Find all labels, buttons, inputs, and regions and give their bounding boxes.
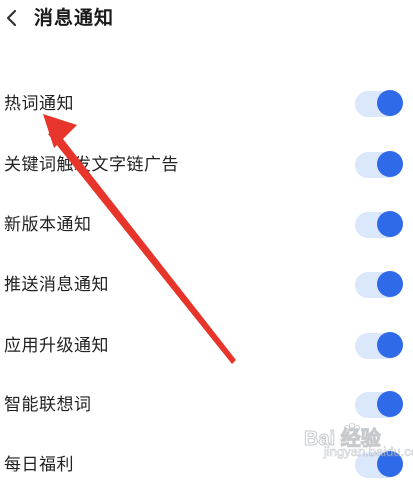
header-bar: 消息通知: [0, 0, 413, 38]
setting-row-push: 推送消息通知: [0, 255, 413, 315]
toggle-knob: [377, 151, 403, 177]
page-title: 消息通知: [34, 7, 115, 29]
watermark-logo: Bai 经验 jingyan.baidu.com: [294, 418, 413, 459]
toggle-knob: [377, 332, 403, 358]
toggle-knob: [377, 271, 403, 297]
app-upgrade-toggle[interactable]: [355, 332, 403, 360]
toggle-knob: [377, 90, 403, 116]
hot-words-toggle[interactable]: [355, 90, 403, 118]
push-toggle[interactable]: [355, 271, 403, 299]
watermark-subtext: jingyan.baidu.com: [324, 444, 413, 460]
setting-row-app-upgrade: 应用升级通知: [0, 316, 413, 376]
setting-label: 关键词触发文字链广告: [4, 155, 179, 175]
new-version-toggle[interactable]: [355, 211, 403, 239]
keyword-ads-toggle[interactable]: [355, 151, 403, 179]
smart-suggest-toggle[interactable]: [355, 391, 403, 419]
toggle-knob: [377, 391, 403, 417]
setting-label: 新版本通知: [4, 215, 92, 235]
setting-row-new-version: 新版本通知: [0, 195, 413, 255]
setting-label: 智能联想词: [4, 395, 92, 415]
setting-label: 推送消息通知: [4, 275, 109, 295]
setting-row-hot-words: 热词通知: [0, 74, 413, 134]
setting-label: 应用升级通知: [4, 336, 109, 356]
setting-label: 每日福利: [4, 455, 74, 475]
setting-row-keyword-ads: 关键词触发文字链广告: [0, 135, 413, 195]
back-button[interactable]: [2, 6, 22, 30]
setting-label: 热词通知: [4, 94, 74, 114]
chevron-left-icon: [6, 9, 17, 27]
toggle-knob: [377, 211, 403, 237]
